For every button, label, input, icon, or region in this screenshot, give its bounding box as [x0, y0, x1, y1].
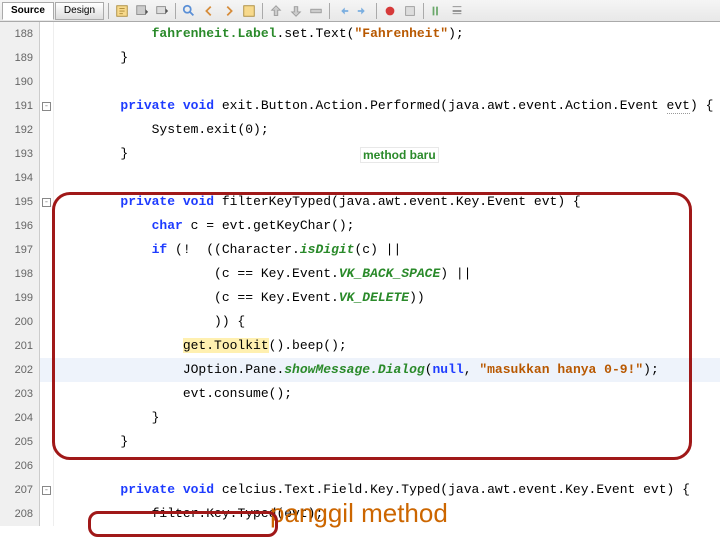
fold-toggle[interactable]: -: [42, 486, 51, 495]
code-editor[interactable]: 188 fahrenheit.Label.set.Text("Fahrenhei…: [0, 22, 720, 526]
prev-icon[interactable]: [200, 3, 218, 19]
dropdown-icon[interactable]: [133, 3, 151, 19]
find-selection-icon[interactable]: [180, 3, 198, 19]
uncomment-icon[interactable]: [448, 3, 466, 19]
highlight-icon[interactable]: [240, 3, 258, 19]
step-back-icon[interactable]: [267, 3, 285, 19]
shift-left-icon[interactable]: [334, 3, 352, 19]
annotation-panggil-method: panggil method: [270, 498, 448, 529]
tab-source[interactable]: Source: [2, 2, 54, 20]
step-down-icon[interactable]: [287, 3, 305, 19]
nav-icon[interactable]: [307, 3, 325, 19]
shift-right-icon[interactable]: [354, 3, 372, 19]
record-stop-icon[interactable]: [381, 3, 399, 19]
fold-toggle[interactable]: -: [42, 198, 51, 207]
tab-design[interactable]: Design: [55, 2, 104, 20]
dropdown2-icon[interactable]: [153, 3, 171, 19]
comment-icon[interactable]: [428, 3, 446, 19]
record-stop2-icon[interactable]: [401, 3, 419, 19]
annotation-method-baru: method baru: [360, 147, 439, 163]
next-icon[interactable]: [220, 3, 238, 19]
fold-gutter: [40, 22, 54, 46]
line-number: 188: [0, 22, 40, 46]
history-icon[interactable]: [113, 3, 131, 19]
code-line: fahrenheit.Label.set.Text("Fahrenheit");: [54, 22, 720, 46]
toolbar: Source Design: [0, 0, 720, 22]
fold-toggle[interactable]: -: [42, 102, 51, 111]
